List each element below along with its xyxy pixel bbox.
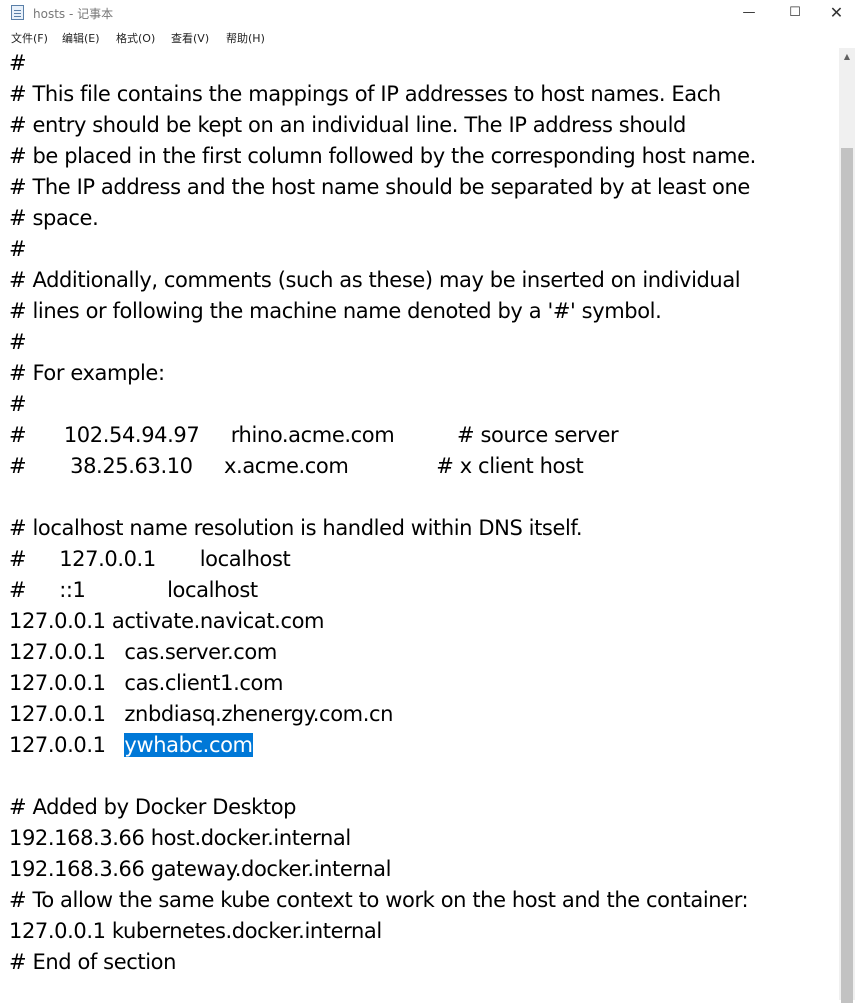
title-bar[interactable]: hosts - 记事本 — ☐ ✕ xyxy=(0,0,855,27)
vertical-scrollbar[interactable]: ▲ xyxy=(839,48,855,1003)
text-line: # 102.54.94.97 rhino.acme.com # source s… xyxy=(9,423,619,447)
text-line: # 38.25.63.10 x.acme.com # x client host xyxy=(9,454,584,478)
text-line: # ::1 localhost xyxy=(9,578,258,602)
text-line: # End of section xyxy=(9,950,177,974)
text-line: # entry should be kept on an individual … xyxy=(9,113,686,137)
notepad-icon xyxy=(11,5,24,20)
text-line: # Added by Docker Desktop xyxy=(9,795,297,819)
minimize-button[interactable]: — xyxy=(726,0,772,27)
scroll-up-arrow-icon[interactable]: ▲ xyxy=(839,48,855,65)
text-line: # be placed in the first column followed… xyxy=(9,144,756,168)
text-line: 127.0.0.1 cas.server.com xyxy=(9,640,277,664)
text-line: # The IP address and the host name shoul… xyxy=(9,175,750,199)
text-line: 127.0.0.1 activate.navicat.com xyxy=(9,609,325,633)
text-line-selected-host: 127.0.0.1 ywhabc.com xyxy=(9,730,253,761)
scrollbar-thumb[interactable] xyxy=(841,148,853,1003)
menu-help[interactable]: 帮助(H) xyxy=(226,30,265,46)
selected-text[interactable]: ywhabc.com xyxy=(124,733,253,757)
text-line: # 127.0.0.1 localhost xyxy=(9,547,291,571)
menu-format[interactable]: 格式(O) xyxy=(116,30,155,46)
close-button[interactable]: ✕ xyxy=(818,0,855,27)
maximize-button[interactable]: ☐ xyxy=(772,0,818,27)
text-line: 192.168.3.66 host.docker.internal xyxy=(9,826,351,850)
window-title: hosts - 记事本 xyxy=(33,7,114,21)
text-line: 127.0.0.1 znbdiasq.zhenergy.com.cn xyxy=(9,702,394,726)
menu-file[interactable]: 文件(F) xyxy=(11,30,48,46)
text-line: # Additionally, comments (such as these)… xyxy=(9,268,741,292)
text-line: 127.0.0.1 cas.client1.com xyxy=(9,671,284,695)
text-line: # space. xyxy=(9,206,99,230)
text-line: # lines or following the machine name de… xyxy=(9,299,662,323)
menu-bar: 文件(F) 编辑(E) 格式(O) 查看(V) 帮助(H) xyxy=(0,27,855,49)
text-line: # xyxy=(9,392,27,416)
text-line: # xyxy=(9,330,27,354)
text-line: # xyxy=(9,237,27,261)
text-line: 192.168.3.66 gateway.docker.internal xyxy=(9,857,392,881)
text-line: # For example: xyxy=(9,361,165,385)
text-line: 127.0.0.1 kubernetes.docker.internal xyxy=(9,919,382,943)
menu-view[interactable]: 查看(V) xyxy=(171,30,209,46)
menu-edit[interactable]: 编辑(E) xyxy=(62,30,100,46)
line-prefix: 127.0.0.1 xyxy=(9,733,125,757)
text-line: # xyxy=(9,51,27,75)
text-line: # This file contains the mappings of IP … xyxy=(9,82,721,106)
text-line: # localhost name resolution is handled w… xyxy=(9,516,583,540)
text-line: # To allow the same kube context to work… xyxy=(9,888,749,912)
text-editor[interactable]: # # This file contains the mappings of I… xyxy=(0,48,839,1000)
